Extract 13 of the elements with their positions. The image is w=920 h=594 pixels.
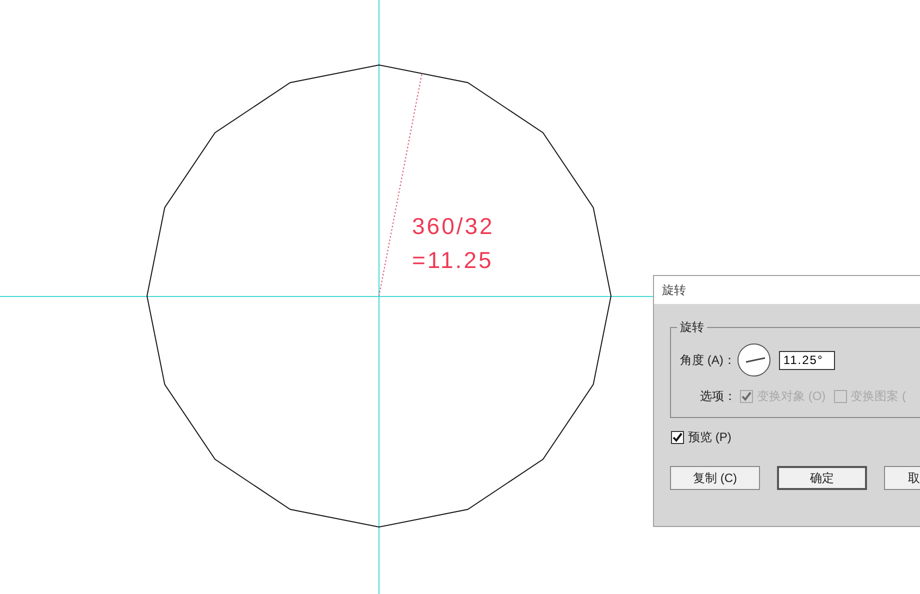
preview-checkbox[interactable] [671, 430, 684, 444]
dialog-title: 旋转 [662, 282, 686, 299]
options-label: 选项： [700, 388, 736, 405]
preview-label: 预览 (P) [688, 429, 732, 446]
group-title: 旋转 [677, 319, 707, 335]
dialog-button[interactable]: 复制 (C) [670, 466, 760, 490]
annotation-text: 360/32 [412, 212, 494, 240]
angle-dial[interactable] [737, 343, 772, 377]
dialog-button[interactable]: 取 [884, 466, 920, 490]
dialog-button[interactable]: 确定 [777, 466, 867, 490]
annotation-text: =11.25 [412, 246, 494, 274]
angle-input-field[interactable]: 11.25° [779, 350, 836, 370]
angle-label: 角度 (A)： [680, 352, 736, 369]
